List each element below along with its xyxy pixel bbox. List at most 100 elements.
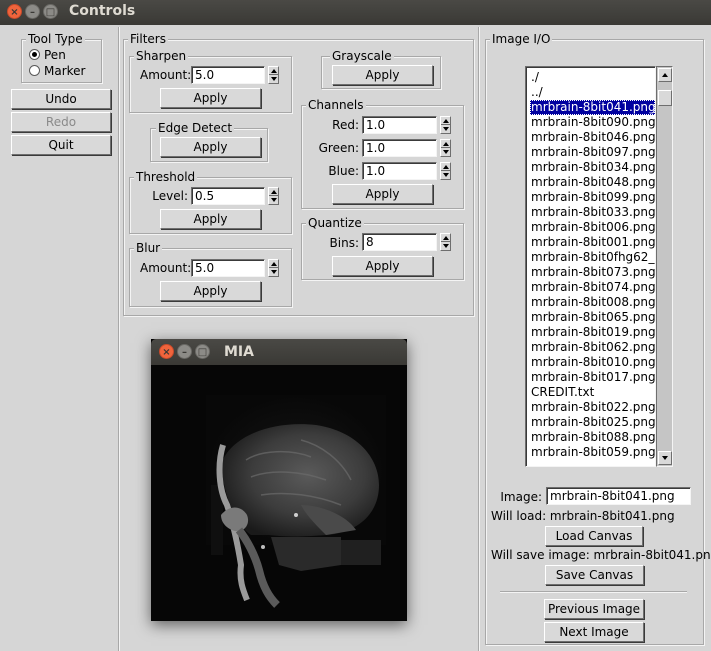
green-input[interactable]: 1.0 bbox=[362, 139, 437, 157]
pen-radio[interactable] bbox=[29, 49, 40, 60]
red-label: Red: bbox=[332, 118, 359, 132]
threshold-level-input[interactable]: 0.5 bbox=[191, 187, 265, 205]
redo-button[interactable]: Redo bbox=[11, 112, 111, 132]
scroll-up-button[interactable] bbox=[658, 68, 672, 82]
spin-down-arrow-icon[interactable] bbox=[271, 198, 277, 202]
sharpen-amount-spinner[interactable] bbox=[268, 66, 279, 84]
file-list[interactable]: ./../mrbrain-8bit041.png mrbrain-8bit090.… bbox=[525, 66, 656, 467]
mia-close-icon[interactable]: × bbox=[159, 344, 174, 359]
image-io-label: Image I/O bbox=[490, 32, 553, 46]
file-list-item[interactable]: ../ bbox=[530, 85, 655, 100]
marker-radio-label[interactable]: Marker bbox=[44, 64, 85, 78]
file-list-item[interactable]: mrbrain-8bit065.png bbox=[530, 310, 655, 325]
file-list-item[interactable]: mrbrain-8bit022.png bbox=[530, 400, 655, 415]
blur-amount-input[interactable]: 5.0 bbox=[191, 259, 265, 277]
threshold-apply-button[interactable]: Apply bbox=[160, 209, 261, 229]
spin-up-arrow-icon[interactable] bbox=[271, 69, 277, 73]
file-list-item[interactable]: mrbrain-8bit046.png bbox=[530, 130, 655, 145]
file-list-item[interactable]: mrbrain-8bit090.png bbox=[530, 115, 655, 130]
file-list-item[interactable]: mrbrain-8bit006.png bbox=[530, 220, 655, 235]
file-list-item[interactable]: mrbrain-8bit097.png bbox=[530, 145, 655, 160]
load-canvas-button[interactable]: Load Canvas bbox=[545, 526, 643, 546]
save-canvas-button[interactable]: Save Canvas bbox=[545, 565, 644, 585]
mia-titlebar[interactable]: × – □ MIA bbox=[151, 339, 407, 365]
file-list-item[interactable]: mrbrain-8bit073.png bbox=[530, 265, 655, 280]
spin-down-arrow-icon[interactable] bbox=[443, 150, 449, 154]
spin-up-arrow-icon[interactable] bbox=[443, 142, 449, 146]
file-list-item[interactable]: mrbrain-8bit019.png bbox=[530, 325, 655, 340]
spin-down-arrow-icon[interactable] bbox=[443, 244, 449, 248]
file-list-item[interactable]: mrbrain-8bit099.png bbox=[530, 190, 655, 205]
image-canvas[interactable] bbox=[151, 365, 407, 621]
channels-apply-button[interactable]: Apply bbox=[332, 184, 433, 204]
file-list-item[interactable]: mrbrain-8bit017.png bbox=[530, 370, 655, 385]
spin-divider bbox=[441, 241, 450, 242]
threshold-level-spinner[interactable] bbox=[268, 187, 279, 205]
spin-up-arrow-icon[interactable] bbox=[443, 236, 449, 240]
mia-minimize-icon[interactable]: – bbox=[177, 344, 192, 359]
file-list-item[interactable]: mrbrain-8bit034.png bbox=[530, 160, 655, 175]
file-list-item[interactable]: CREDIT.txt bbox=[530, 385, 655, 400]
red-input[interactable]: 1.0 bbox=[362, 116, 437, 134]
sharpen-label: Sharpen bbox=[134, 49, 189, 63]
blur-amount-label: Amount: bbox=[140, 261, 192, 275]
window-title: Controls bbox=[69, 3, 136, 19]
quit-button[interactable]: Quit bbox=[11, 135, 111, 155]
spin-divider bbox=[441, 147, 450, 148]
mia-maximize-icon[interactable]: □ bbox=[195, 344, 210, 359]
sharpen-amount-input[interactable]: 5.0 bbox=[191, 66, 265, 84]
threshold-level-label: Level: bbox=[152, 189, 188, 203]
file-list-item[interactable]: mrbrain-8bit048.png bbox=[530, 175, 655, 190]
bins-spinner[interactable] bbox=[440, 233, 451, 251]
edge-detect-apply-button[interactable]: Apply bbox=[160, 137, 261, 157]
undo-button[interactable]: Undo bbox=[11, 89, 111, 109]
minimize-window-icon[interactable]: – bbox=[25, 4, 40, 19]
pen-radio-label[interactable]: Pen bbox=[44, 48, 66, 62]
file-list-item[interactable]: mrbrain-8bit041.png bbox=[530, 100, 655, 115]
file-list-item[interactable]: mrbrain-8bit0fhg62_ bbox=[530, 250, 655, 265]
scrollbar-thumb[interactable] bbox=[658, 90, 672, 106]
spin-up-arrow-icon[interactable] bbox=[443, 119, 449, 123]
blur-apply-button[interactable]: Apply bbox=[160, 281, 261, 301]
blue-spinner[interactable] bbox=[440, 162, 451, 180]
grayscale-apply-button[interactable]: Apply bbox=[332, 65, 433, 85]
close-window-icon[interactable]: × bbox=[7, 4, 22, 19]
file-list-item[interactable]: mrbrain-8bit074.png bbox=[530, 280, 655, 295]
file-list-item[interactable]: mrbrain-8bit033.png bbox=[530, 205, 655, 220]
blue-input[interactable]: 1.0 bbox=[362, 162, 437, 180]
mia-title: MIA bbox=[224, 344, 254, 360]
next-image-button[interactable]: Next Image bbox=[544, 622, 644, 642]
marker-radio[interactable] bbox=[29, 65, 40, 76]
scroll-up-arrow-icon bbox=[662, 73, 668, 77]
file-list-item[interactable]: mrbrain-8bit008.png bbox=[530, 295, 655, 310]
scroll-down-button[interactable] bbox=[658, 451, 672, 465]
file-list-scrollbar[interactable] bbox=[656, 66, 673, 467]
spin-down-arrow-icon[interactable] bbox=[443, 173, 449, 177]
sharpen-apply-button[interactable]: Apply bbox=[160, 88, 261, 108]
blur-amount-spinner[interactable] bbox=[268, 259, 279, 277]
bins-input[interactable]: 8 bbox=[362, 233, 437, 251]
image-filename-input[interactable]: mrbrain-8bit041.png bbox=[546, 487, 691, 505]
spin-divider bbox=[441, 124, 450, 125]
file-list-item[interactable]: ./ bbox=[530, 70, 655, 85]
red-spinner[interactable] bbox=[440, 116, 451, 134]
window-titlebar: × – □ Controls bbox=[0, 0, 711, 25]
spin-divider bbox=[269, 267, 278, 268]
mia-window[interactable]: × – □ MIA bbox=[151, 339, 407, 621]
spin-up-arrow-icon[interactable] bbox=[443, 165, 449, 169]
file-list-item[interactable]: mrbrain-8bit001.png bbox=[530, 235, 655, 250]
file-list-item[interactable]: mrbrain-8bit088.png bbox=[530, 430, 655, 445]
quantize-apply-button[interactable]: Apply bbox=[332, 256, 433, 276]
green-spinner[interactable] bbox=[440, 139, 451, 157]
spin-down-arrow-icon[interactable] bbox=[271, 270, 277, 274]
file-list-item[interactable]: mrbrain-8bit062.png bbox=[530, 340, 655, 355]
maximize-window-icon[interactable]: □ bbox=[43, 4, 58, 19]
spin-down-arrow-icon[interactable] bbox=[271, 77, 277, 81]
file-list-item[interactable]: mrbrain-8bit010.png bbox=[530, 355, 655, 370]
spin-up-arrow-icon[interactable] bbox=[271, 262, 277, 266]
previous-image-button[interactable]: Previous Image bbox=[544, 599, 644, 619]
file-list-item[interactable]: mrbrain-8bit025.png bbox=[530, 415, 655, 430]
spin-down-arrow-icon[interactable] bbox=[443, 127, 449, 131]
file-list-item[interactable]: mrbrain-8bit059.png bbox=[530, 445, 655, 460]
spin-up-arrow-icon[interactable] bbox=[271, 190, 277, 194]
